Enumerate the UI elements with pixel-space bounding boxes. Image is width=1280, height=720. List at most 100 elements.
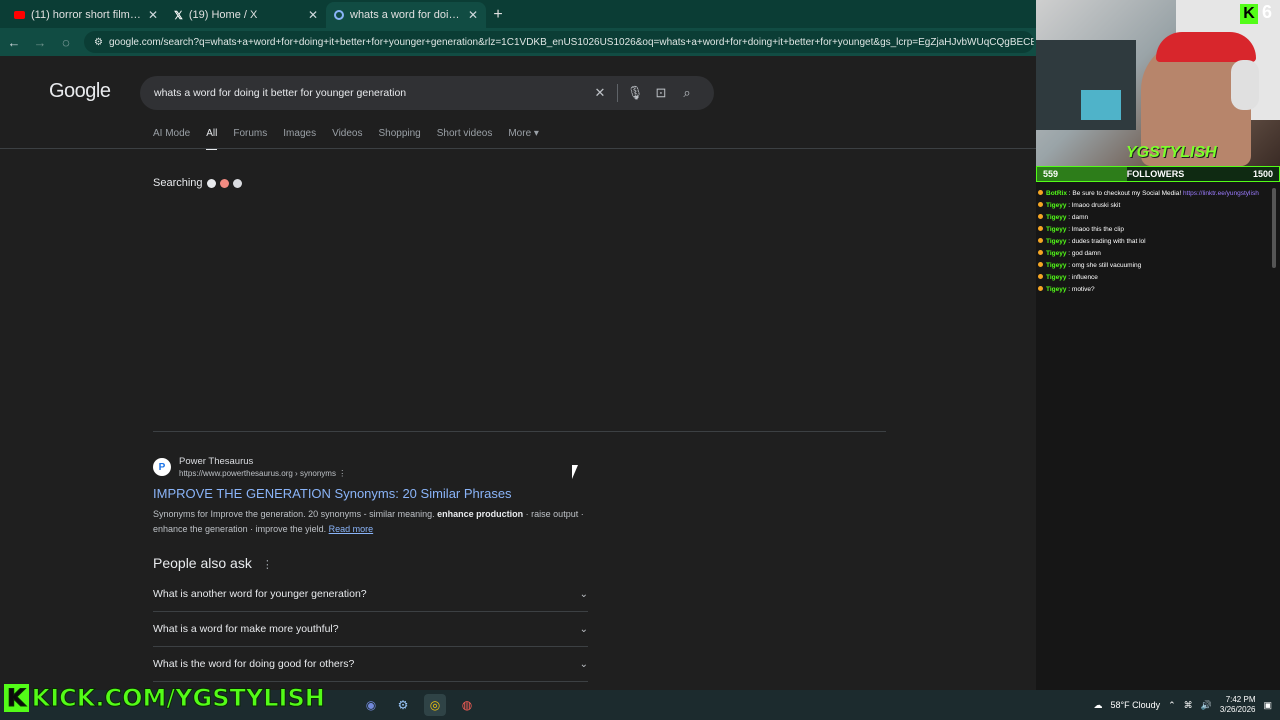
chat-text: motive? (1071, 286, 1095, 293)
tab-short-videos[interactable]: Short videos (437, 128, 493, 150)
chevron-down-icon: ⌄ (579, 588, 588, 600)
followers-goal: 1500 (1252, 169, 1273, 179)
chat-link[interactable]: https://linktr.ee/yungstylish (1183, 190, 1259, 197)
chat-username[interactable]: Tigeyy (1046, 286, 1066, 293)
new-tab-button[interactable]: + (486, 2, 510, 28)
microphone-icon[interactable]: 🎙 (622, 85, 648, 101)
chat-username[interactable]: Tigeyy (1046, 238, 1066, 245)
youtube-icon (14, 11, 25, 19)
result-title-link[interactable]: IMPROVE THE GENERATION Synonyms: 20 Simi… (153, 486, 593, 501)
steam-icon[interactable]: ⚙ (392, 694, 414, 716)
followers-label: FOLLOWERS (1126, 169, 1185, 179)
chat-message: BotRix : Be sure to checkout my Social M… (1038, 188, 1270, 200)
chat-scrollbar[interactable] (1272, 188, 1276, 268)
lens-icon[interactable]: ⊡ (648, 85, 674, 101)
tab-ai-mode[interactable]: AI Mode (153, 128, 190, 150)
search-icon[interactable]: ⌕ (674, 85, 700, 101)
headphones (1231, 60, 1259, 110)
browser-tab-bar: (11) horror short film - YouTube ✕ 𝕏 (19… (0, 0, 1040, 28)
searching-label: Searching (153, 177, 203, 189)
tab-x[interactable]: 𝕏 (19) Home / X ✕ (166, 2, 326, 28)
chat-username[interactable]: Tigeyy (1046, 226, 1066, 233)
close-icon[interactable]: ✕ (468, 8, 478, 22)
badge-icon (1038, 202, 1043, 207)
channel-tag: YGSTYLISH (1126, 144, 1217, 161)
chat-message: Tigeyy : damn (1038, 212, 1270, 224)
system-tray: ☁ 58°F Cloudy ⌃ ⌘ 🔊 7:42 PM 3/26/2026 ▣ (1094, 690, 1273, 720)
site-info-icon[interactable]: ⚙ (94, 37, 103, 48)
tab-more-label: More (508, 128, 532, 139)
paa-question[interactable]: What is the word for doing good for othe… (153, 647, 588, 682)
chat-username[interactable]: BotRix (1046, 190, 1067, 197)
clear-icon[interactable]: ✕ (587, 85, 613, 101)
network-icon[interactable]: ⌘ (1184, 700, 1193, 711)
loading-dot-icon (206, 178, 216, 188)
tab-shopping[interactable]: Shopping (378, 128, 420, 150)
chat-text: damn (1071, 214, 1089, 221)
tab-images[interactable]: Images (283, 128, 316, 150)
badge-icon (1038, 190, 1043, 195)
searching-indicator: Searching (153, 177, 242, 189)
paa-question[interactable]: What is a word for make more youthful? ⌄ (153, 612, 588, 647)
divider (153, 431, 886, 432)
badge-icon (1038, 238, 1043, 243)
chevron-up-icon[interactable]: ⌃ (1168, 700, 1176, 711)
read-more-link[interactable]: Read more (329, 524, 374, 534)
chat-username[interactable]: Tigeyy (1046, 250, 1066, 257)
chat-username[interactable]: Tigeyy (1046, 274, 1066, 281)
chat-message: Tigeyy : influence (1038, 272, 1270, 284)
result-site-name: Power Thesaurus (179, 456, 254, 467)
chat-username[interactable]: Tigeyy (1046, 202, 1066, 209)
google-icon (334, 10, 344, 20)
kebab-icon[interactable]: ⋮ (262, 559, 273, 571)
close-icon[interactable]: ✕ (308, 8, 318, 22)
chat-username[interactable]: Tigeyy (1046, 262, 1066, 269)
clock[interactable]: 7:42 PM 3/26/2026 (1220, 695, 1256, 715)
search-result: P Power Thesaurus https://www.powerthesa… (153, 456, 593, 537)
chat-text: omg she still vacuuming (1071, 262, 1142, 269)
mouse-cursor-icon (572, 465, 578, 479)
divider (0, 148, 1040, 149)
tab-label: (19) Home / X (188, 9, 258, 21)
divider (617, 84, 618, 102)
kick-logo-icon: K (1240, 4, 1258, 24)
url-field[interactable]: ⚙ google.com/search?q=whats+a+word+for+d… (84, 31, 1034, 53)
x-icon: 𝕏 (174, 9, 183, 22)
search-input[interactable]: whats a word for doing it better for you… (154, 87, 587, 99)
result-url: https://www.powerthesaurus.org › synonym… (179, 469, 347, 478)
chat-username[interactable]: Tigeyy (1046, 214, 1066, 221)
tab-more[interactable]: More ▾ (508, 128, 539, 150)
chat-text: lmaoo this the clip (1071, 226, 1124, 233)
chrome-icon[interactable]: ◎ (424, 694, 446, 716)
webcam-feed: YGSTYLISH (1036, 0, 1280, 166)
badge-icon (1038, 274, 1043, 279)
tab-google[interactable]: whats a word for doing it bette ✕ (326, 2, 486, 28)
tab-videos[interactable]: Videos (332, 128, 362, 150)
loading-icon[interactable]: ◌ (58, 35, 74, 50)
paa-question[interactable]: What is another word for younger generat… (153, 577, 588, 612)
weather-text[interactable]: 58°F Cloudy (1111, 700, 1161, 710)
kebab-icon[interactable]: ⋮ (338, 469, 346, 478)
obs-icon[interactable]: ◍ (456, 694, 478, 716)
chat-text: Be sure to checkout my Social Media! (1072, 190, 1182, 197)
people-also-ask-heading: People also ask ⋮ (153, 555, 273, 571)
result-source[interactable]: P Power Thesaurus https://www.powerthesa… (153, 456, 593, 478)
stream-overlay: YGSTYLISH (1036, 0, 1280, 690)
loading-dot-icon (232, 178, 242, 188)
back-icon[interactable]: ← (6, 35, 22, 50)
tab-youtube[interactable]: (11) horror short film - YouTube ✕ (6, 2, 166, 28)
chat-text: influence (1071, 274, 1098, 281)
kick-count: 6 (1262, 2, 1273, 22)
forward-icon[interactable]: → (32, 35, 48, 50)
chat-message: Tigeyy : lmaoo druski skit (1038, 200, 1270, 212)
caret-down-icon: ▾ (533, 128, 539, 139)
discord-icon[interactable]: ◉ (360, 694, 382, 716)
tab-all[interactable]: All (206, 128, 218, 150)
close-icon[interactable]: ✕ (148, 8, 158, 22)
search-box[interactable]: whats a word for doing it better for you… (140, 76, 714, 110)
tab-forums[interactable]: Forums (233, 128, 267, 150)
volume-icon[interactable]: 🔊 (1201, 700, 1212, 711)
tab-label: (11) horror short film - YouTube (31, 9, 142, 21)
google-logo[interactable]: Google (49, 80, 111, 103)
notification-icon[interactable]: ▣ (1263, 700, 1272, 711)
